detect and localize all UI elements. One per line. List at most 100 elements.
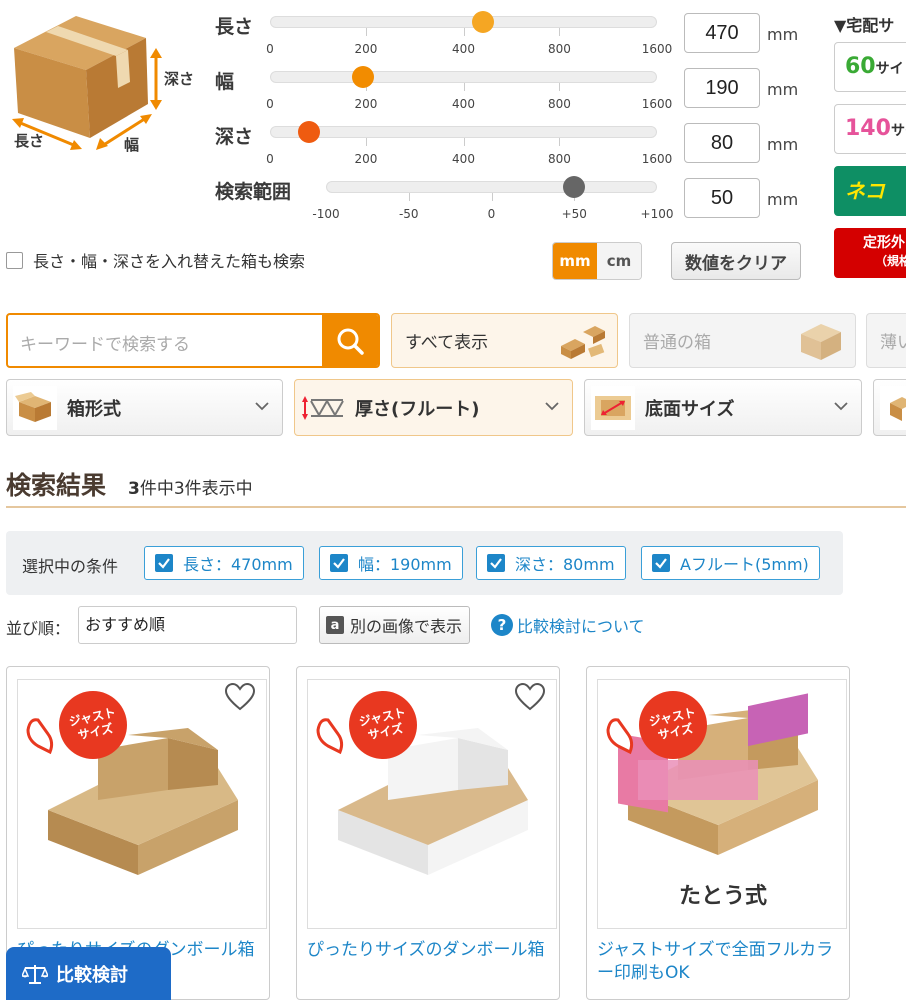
category-all-button[interactable]: すべて表示 xyxy=(391,313,618,368)
chevron-down-icon xyxy=(545,402,559,411)
box-type-filter-label: 箱形式 xyxy=(67,398,121,420)
clear-values-button[interactable]: 数値をクリア xyxy=(671,242,801,280)
dimension-input[interactable]: 470 xyxy=(684,13,760,53)
tick-mark xyxy=(463,83,465,91)
teikeigai-button[interactable]: 定形外 （規格 xyxy=(834,228,906,278)
slider-ticks: 0 200 400 800 1600 xyxy=(266,28,672,58)
tick-mark xyxy=(365,138,367,146)
tick-mark xyxy=(559,83,561,91)
category-thin-button[interactable]: 薄い xyxy=(866,313,906,368)
dimension-input[interactable]: 190 xyxy=(684,68,760,108)
slider-track[interactable] xyxy=(326,181,657,193)
more-filter[interactable] xyxy=(873,379,906,436)
tick-label: 800 xyxy=(548,152,571,166)
chevron-down-icon xyxy=(834,402,848,411)
unit-label: mm xyxy=(767,135,799,154)
condition-chip-flute[interactable]: Aフルート(5mm) xyxy=(641,546,820,580)
tick-label: 1600 xyxy=(641,152,673,166)
flute-filter-label: 厚さ(フルート) xyxy=(355,398,480,420)
slider-track[interactable] xyxy=(270,16,657,28)
product-image[interactable]: ジャストサイズ たとう式 xyxy=(597,679,847,929)
tick-label: 400 xyxy=(452,97,475,111)
product-title[interactable]: ぴったりサイズのダンボール箱 xyxy=(307,939,557,962)
tick-label: 800 xyxy=(548,42,571,56)
length-caption: 長さ xyxy=(14,132,45,150)
more-filter-icon xyxy=(880,385,906,430)
results-header: 検索結果 3件中3件表示中 xyxy=(6,466,253,502)
search-input[interactable]: キーワードで検索する xyxy=(20,330,190,355)
teikeigai-sub: （規格 xyxy=(875,254,906,268)
base-size-icon xyxy=(591,385,635,430)
tick-mark xyxy=(463,28,465,36)
base-size-filter[interactable]: 底面サイズ xyxy=(584,379,862,436)
box-dimension-illustration: 深さ 長さ 幅 xyxy=(6,8,206,158)
tick-label: 400 xyxy=(452,42,475,56)
favorite-heart-icon[interactable] xyxy=(225,683,255,711)
slider-knob[interactable] xyxy=(471,11,494,33)
category-thin-label: 薄い xyxy=(880,333,906,353)
depth-caption: 深さ xyxy=(164,70,195,88)
box-type-filter[interactable]: 箱形式 xyxy=(6,379,283,436)
slider-knob[interactable] xyxy=(297,121,320,143)
unit-mm-button[interactable]: mm xyxy=(553,243,597,279)
favorite-heart-icon[interactable] xyxy=(515,683,545,711)
swap-dimensions-label: 長さ・幅・深さを入れ替えた箱も検索 xyxy=(33,252,306,271)
tick-label: 0 xyxy=(266,97,274,111)
alternate-image-label: 別の画像で表示 xyxy=(350,617,463,636)
condition-chip-depth[interactable]: 深さ：80mm xyxy=(476,546,626,580)
product-image[interactable]: ジャストサイズ xyxy=(17,679,267,929)
product-card[interactable]: ジャストサイズ たとう式ジャストサイズで全面フルカラー印刷もOK xyxy=(586,666,850,1000)
unit-label: mm xyxy=(767,190,799,209)
unit-label: mm xyxy=(767,25,799,44)
size-140-button[interactable]: 140サイ xyxy=(834,104,906,154)
product-image[interactable]: ジャストサイズ xyxy=(307,679,557,929)
product-box-picture xyxy=(26,691,238,875)
size-140-number: 140 xyxy=(845,116,891,141)
dimension-input[interactable]: 80 xyxy=(684,123,760,163)
compare-floating-button[interactable]: 比較検討 xyxy=(6,947,171,1000)
condition-chip-flute-label: Aフルート(5mm) xyxy=(680,555,809,574)
condition-chip-length[interactable]: 長さ：470mm xyxy=(144,546,304,580)
dimension-input[interactable]: 50 xyxy=(684,178,760,218)
size-140-suffix: サイ xyxy=(890,123,906,139)
normal-box-icon xyxy=(801,324,841,360)
tick-mark xyxy=(463,138,465,146)
swap-dimensions-checkbox[interactable] xyxy=(6,251,23,269)
teikeigai-label: 定形外 xyxy=(863,235,905,251)
tick-label: 200 xyxy=(354,42,378,56)
product-box-picture xyxy=(316,691,528,875)
product-title[interactable]: ジャストサイズで全面フルカラー印刷もOK xyxy=(597,939,847,985)
size-60-button[interactable]: 60サイ xyxy=(834,42,906,92)
unit-label: mm xyxy=(767,80,799,99)
tick-label: 400 xyxy=(452,152,475,166)
sort-select[interactable]: おすすめ順 xyxy=(78,606,297,644)
tick-label: 200 xyxy=(354,97,378,111)
size-60-number: 60 xyxy=(845,54,876,79)
slider-track[interactable] xyxy=(270,126,657,138)
nekopos-label: ネコ xyxy=(845,179,885,203)
swap-dimensions-option[interactable]: 長さ・幅・深さを入れ替えた箱も検索 xyxy=(6,248,305,272)
condition-chip-width[interactable]: 幅：190mm xyxy=(319,546,463,580)
alternate-image-button[interactable]: a 別の画像で表示 xyxy=(319,606,470,644)
compare-help-link[interactable]: ? 比較検討について xyxy=(491,613,645,637)
product-card[interactable]: ジャストサイズぴったりサイズのダンボール箱 xyxy=(296,666,560,1000)
box-type-icon xyxy=(13,385,57,430)
slider-ticks: -100 -50 0 +50 +100 xyxy=(312,193,673,223)
unit-cm-button[interactable]: cm xyxy=(597,243,641,279)
nekopos-button[interactable]: ネコ xyxy=(834,166,906,216)
category-normal-box-label: 普通の箱 xyxy=(643,333,711,353)
image-toggle-icon: a xyxy=(326,616,344,634)
slider-knob[interactable] xyxy=(351,66,374,88)
tick-label: 800 xyxy=(548,97,571,111)
size-60-suffix: サイ xyxy=(875,61,904,77)
tick-label: 200 xyxy=(354,152,378,166)
condition-chip-width-label: 幅：190mm xyxy=(358,555,452,574)
search-button[interactable] xyxy=(322,315,378,366)
slider-track[interactable] xyxy=(270,71,657,83)
tick-label: -100 xyxy=(312,207,340,221)
flute-thickness-filter[interactable]: 厚さ(フルート) xyxy=(294,379,573,436)
results-divider xyxy=(6,506,906,508)
tick-label: +50 xyxy=(561,207,587,221)
slider-knob[interactable] xyxy=(563,176,586,198)
category-normal-box-button[interactable]: 普通の箱 xyxy=(629,313,856,368)
